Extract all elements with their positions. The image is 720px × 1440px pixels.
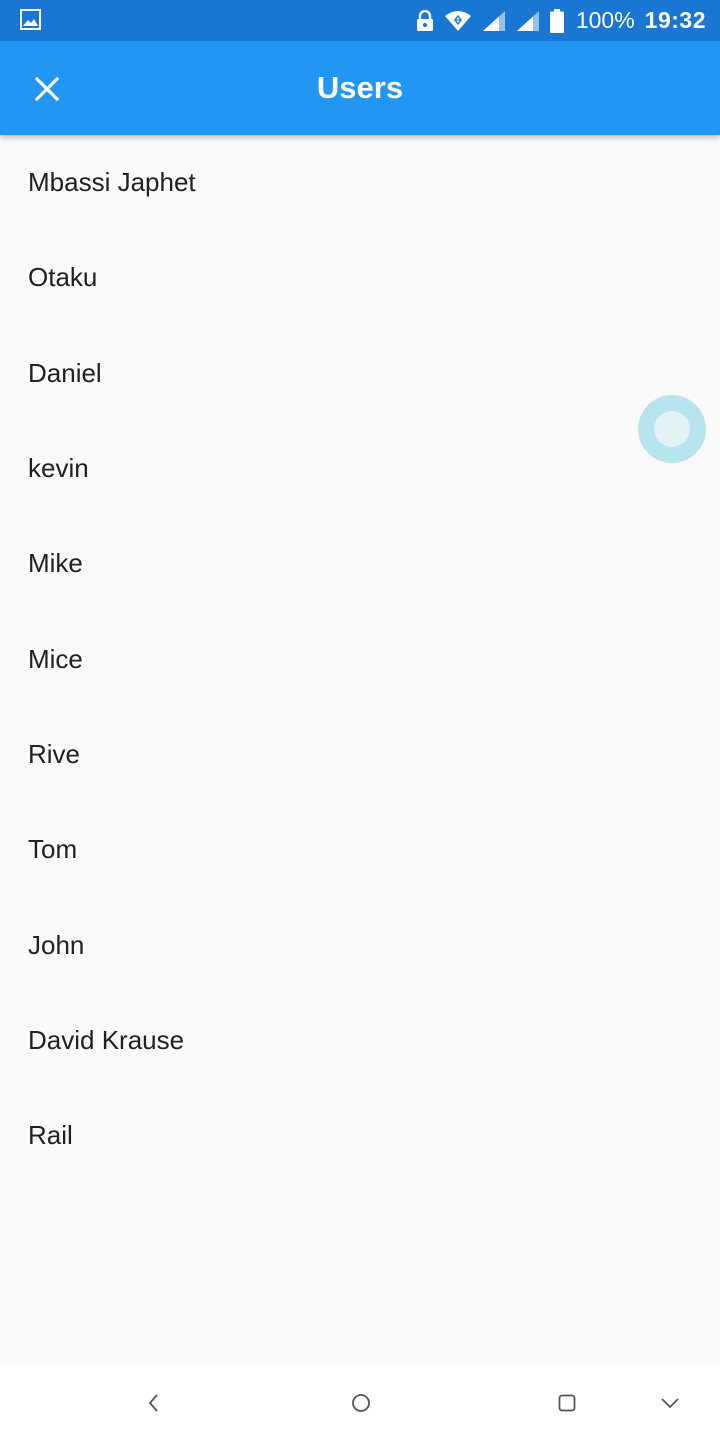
close-icon xyxy=(35,77,59,101)
close-button[interactable] xyxy=(18,60,76,118)
list-item[interactable]: Mbassi Japhet xyxy=(0,135,720,230)
user-name: Mike xyxy=(28,548,83,579)
list-item[interactable]: Mice xyxy=(0,611,720,706)
battery-icon xyxy=(549,8,564,33)
user-name: Rive xyxy=(28,738,81,769)
home-icon xyxy=(352,1394,370,1412)
user-name: Otaku xyxy=(28,262,98,293)
hide-nav-button[interactable] xyxy=(650,1383,690,1423)
user-name: kevin xyxy=(28,453,89,484)
signal-icon xyxy=(482,10,506,32)
system-nav-bar xyxy=(0,1365,720,1440)
hide-nav-icon xyxy=(661,1398,679,1409)
list-item[interactable]: Rive xyxy=(0,707,720,802)
signal-icon xyxy=(516,10,540,32)
list-item[interactable]: Otaku xyxy=(0,230,720,325)
app-bar: Users xyxy=(0,41,720,135)
user-name: Mbassi Japhet xyxy=(28,167,196,198)
user-name: Daniel xyxy=(28,357,102,388)
user-name: Rail xyxy=(28,1120,73,1151)
touch-indicator xyxy=(638,395,706,463)
battery-percent: 100% xyxy=(575,7,635,33)
user-list: Mbassi Japhet Otaku Daniel kevin Mike Mi… xyxy=(0,135,720,1183)
recents-icon xyxy=(558,1394,576,1412)
page-title: Users xyxy=(316,70,404,105)
user-name: Tom xyxy=(28,834,78,865)
home-button[interactable] xyxy=(341,1383,381,1423)
list-item[interactable]: Daniel xyxy=(0,326,720,421)
clock-time: 19:32 xyxy=(644,7,706,33)
recents-button[interactable] xyxy=(547,1383,587,1423)
lock-icon xyxy=(416,9,434,32)
back-button[interactable] xyxy=(134,1383,174,1423)
list-item[interactable]: Mike xyxy=(0,516,720,611)
user-name: Mice xyxy=(28,643,83,674)
list-item[interactable]: Rail xyxy=(0,1088,720,1183)
list-item[interactable]: kevin xyxy=(0,421,720,516)
status-bar: 100% 19:32 xyxy=(0,0,720,41)
back-icon xyxy=(148,1394,158,1412)
list-item[interactable]: John xyxy=(0,897,720,992)
list-item[interactable]: Tom xyxy=(0,802,720,897)
user-name: John xyxy=(28,929,85,960)
image-notification-icon xyxy=(20,9,41,30)
wifi-icon xyxy=(444,10,472,32)
user-name: David Krause xyxy=(28,1024,185,1055)
list-item[interactable]: David Krause xyxy=(0,993,720,1088)
